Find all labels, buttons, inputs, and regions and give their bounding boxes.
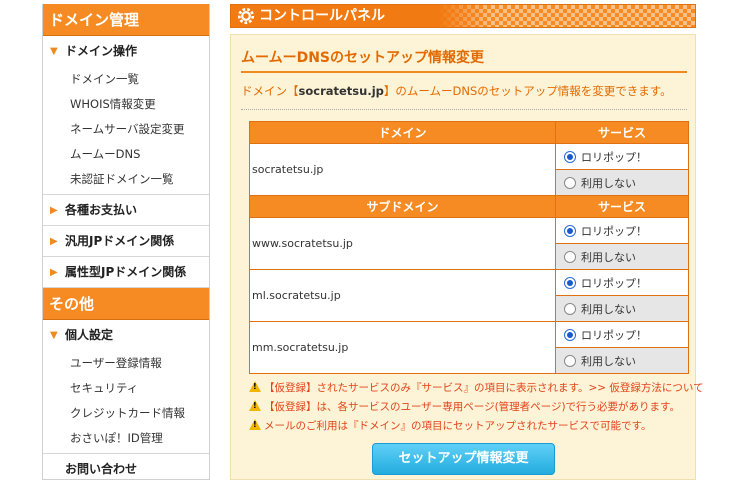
- warning-icon: [249, 400, 261, 411]
- sidebar-category-label: 各種お支払い: [65, 203, 138, 217]
- domain-name-cell: socratetsu.jp: [249, 143, 556, 196]
- control-panel-header: コントロールパネル: [230, 4, 696, 28]
- desc-prefix: ドメイン【: [241, 84, 299, 98]
- sidebar-category-label: 個人設定: [65, 328, 114, 342]
- warning-icon: [249, 419, 261, 430]
- option-none[interactable]: 利用しない: [555, 243, 689, 270]
- sidebar-item-muumuu-dns[interactable]: ムームーDNS: [43, 142, 209, 167]
- subdomain-name-cell: ml.socratetsu.jp: [249, 269, 556, 322]
- sidebar-item-unverified[interactable]: 未認証ドメイン一覧: [43, 167, 209, 192]
- sidebar-category-attr-jp[interactable]: ▶ 属性型JPドメイン関係: [43, 257, 209, 288]
- option-label: 利用しない: [581, 176, 636, 190]
- notes: 【仮登録】されたサービスのみ『サービス』の項目に表示されます。>> 仮登録方法に…: [249, 379, 704, 436]
- table-header-row: ドメイン サービス: [249, 121, 689, 144]
- triangle-right-icon: ▶: [50, 267, 58, 278]
- panel-description: ドメイン【socratetsu.jp】のムームーDNSのセットアップ情報を変更で…: [241, 83, 672, 99]
- radio-unchecked[interactable]: [564, 176, 576, 189]
- gear-icon: [237, 7, 255, 25]
- col-service: サービス: [555, 121, 689, 144]
- option-lolipop[interactable]: ロリポップ！: [555, 217, 689, 244]
- table-row: mm.socratetsu.jp ロリポップ！: [249, 321, 689, 374]
- sidebar-category-domain-ops[interactable]: ▼ ドメイン操作: [43, 36, 209, 67]
- option-none[interactable]: 利用しない: [555, 347, 689, 374]
- page-title: コントロールパネル: [259, 8, 385, 24]
- sidebar-item-contact[interactable]: お問い合わせ: [43, 454, 209, 479]
- title-divider: [241, 71, 687, 73]
- radio-unchecked[interactable]: [564, 250, 576, 263]
- option-label: ロリポップ！: [581, 224, 647, 238]
- sidebar-item-nameserver[interactable]: ネームサーバ設定変更: [43, 117, 209, 142]
- radio-checked[interactable]: [564, 224, 576, 237]
- table-header-row: サブドメイン サービス: [249, 195, 689, 218]
- sidebar-category-personal[interactable]: ▼ 個人設定: [43, 320, 209, 351]
- sidebar-section-domain: ドメイン管理: [43, 4, 209, 36]
- table-row: www.socratetsu.jp ロリポップ！: [249, 217, 689, 270]
- dotted-divider: [241, 109, 687, 110]
- sidebar-item-security[interactable]: セキュリティ: [43, 376, 209, 401]
- note-item: メールのご利用は『ドメイン』の項目にセットアップされたサービスで可能です。: [249, 417, 689, 436]
- submit-setup-button[interactable]: セットアップ情報変更: [372, 443, 555, 475]
- radio-checked[interactable]: [564, 328, 576, 341]
- sidebar-category-label: ドメイン操作: [65, 44, 138, 58]
- note-item: 【仮登録】されたサービスのみ『サービス』の項目に表示されます。>> 仮登録方法に…: [249, 379, 704, 398]
- table-row: socratetsu.jp ロリポップ！: [249, 143, 689, 196]
- col-domain: ドメイン: [249, 121, 556, 144]
- note-text: メールのご利用は『ドメイン』の項目にセットアップされたサービスで可能です。: [264, 420, 652, 432]
- sidebar-category-label: お問い合わせ: [65, 462, 138, 476]
- radio-checked[interactable]: [564, 150, 576, 163]
- col-subdomain: サブドメイン: [249, 195, 556, 218]
- sidebar-category-general-jp[interactable]: ▶ 汎用JPドメイン関係: [43, 226, 209, 257]
- option-lolipop[interactable]: ロリポップ！: [555, 143, 689, 170]
- table-row: ml.socratetsu.jp ロリポップ！: [249, 269, 689, 322]
- option-label: ロリポップ！: [581, 150, 647, 164]
- option-label: ロリポップ！: [581, 328, 647, 342]
- note-text: 【仮登録】は、各サービスのユーザー専用ページ(管理者ページ)で行う必要があります…: [264, 401, 681, 413]
- sidebar-item-domain-list[interactable]: ドメイン一覧: [43, 67, 209, 92]
- note-item: 【仮登録】は、各サービスのユーザー専用ページ(管理者ページ)で行う必要があります…: [249, 398, 689, 417]
- panel-title: ムームーDNSのセットアップ情報変更: [241, 50, 484, 66]
- triangle-right-icon: ▶: [50, 205, 58, 216]
- sidebar-submenu-personal: ユーザー登録情報 セキュリティ クレジットカード情報 おさいぽ！ID管理: [43, 351, 209, 454]
- sidebar-category-label: 属性型JPドメイン関係: [65, 265, 187, 279]
- option-label: ロリポップ！: [581, 276, 647, 290]
- col-service: サービス: [555, 195, 689, 218]
- sidebar-item-osaipo-id[interactable]: おさいぽ！ID管理: [43, 426, 209, 451]
- sidebar-section-other: その他: [43, 288, 209, 320]
- sidebar-submenu-domain: ドメイン一覧 WHOIS情報変更 ネームサーバ設定変更 ムームーDNS 未認証ド…: [43, 67, 209, 195]
- desc-domain: socratetsu.jp: [298, 84, 384, 98]
- subdomain-name-cell: www.socratetsu.jp: [249, 217, 556, 270]
- option-lolipop[interactable]: ロリポップ！: [555, 321, 689, 348]
- sidebar-item-user-info[interactable]: ユーザー登録情報: [43, 351, 209, 376]
- setup-panel: ムームーDNSのセットアップ情報変更 ドメイン【socratetsu.jp】のム…: [230, 34, 704, 480]
- radio-unchecked[interactable]: [564, 354, 576, 367]
- sidebar-item-whois[interactable]: WHOIS情報変更: [43, 92, 209, 117]
- triangle-down-icon: ▼: [50, 46, 58, 57]
- option-label: 利用しない: [581, 354, 636, 368]
- subdomain-name-cell: mm.socratetsu.jp: [249, 321, 556, 374]
- option-none[interactable]: 利用しない: [555, 295, 689, 322]
- option-none[interactable]: 利用しない: [555, 169, 689, 196]
- dns-setup-table: ドメイン サービス socratetsu.jp ロリポップ！ 利用しない サブド…: [249, 121, 689, 374]
- sidebar-category-label: 汎用JPドメイン関係: [65, 234, 175, 248]
- triangle-down-icon: ▼: [50, 330, 58, 341]
- radio-unchecked[interactable]: [564, 302, 576, 315]
- note-text: 【仮登録】されたサービスのみ『サービス』の項目に表示されます。>> 仮登録方法に…: [264, 382, 704, 394]
- sidebar-category-payments[interactable]: ▶ 各種お支払い: [43, 195, 209, 226]
- option-label: 利用しない: [581, 302, 636, 316]
- sidebar: ドメイン管理 ▼ ドメイン操作 ドメイン一覧 WHOIS情報変更 ネームサーバ設…: [42, 4, 210, 480]
- warning-icon: [249, 381, 261, 392]
- desc-suffix: 】のムームーDNSのセットアップ情報を変更できます。: [383, 84, 672, 98]
- option-lolipop[interactable]: ロリポップ！: [555, 269, 689, 296]
- option-label: 利用しない: [581, 250, 636, 264]
- triangle-right-icon: ▶: [50, 236, 58, 247]
- sidebar-item-credit-card[interactable]: クレジットカード情報: [43, 401, 209, 426]
- radio-checked[interactable]: [564, 276, 576, 289]
